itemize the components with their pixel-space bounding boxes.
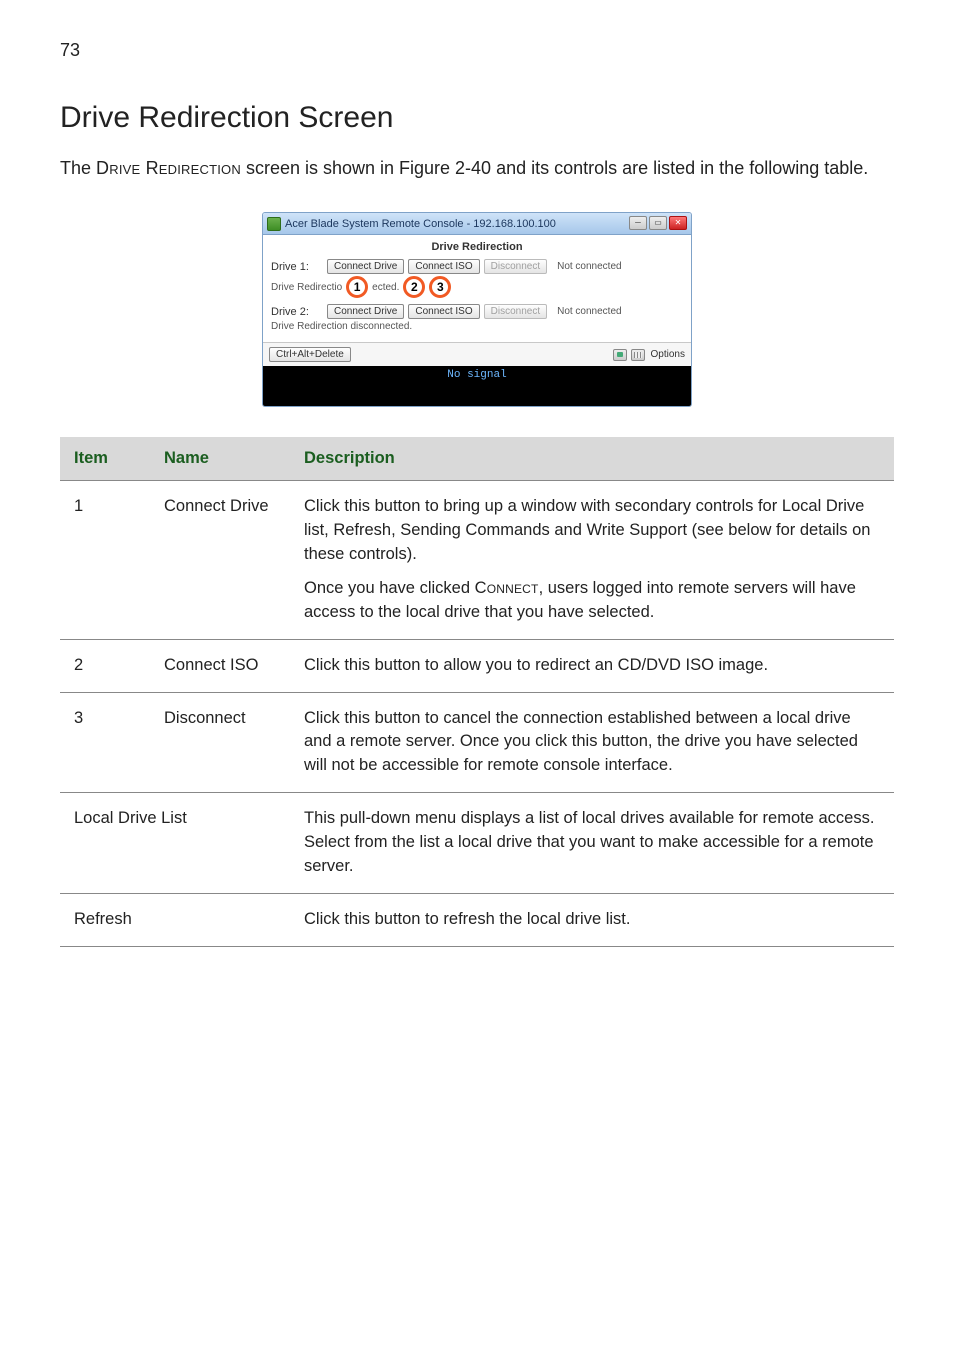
cell-item: 2 (60, 639, 150, 692)
drive2-row: Drive 2: Connect Drive Connect ISO Disco… (271, 304, 683, 319)
window-controls: ─ ▭ ✕ (629, 216, 687, 230)
table-row: Local Drive List This pull-down menu dis… (60, 793, 894, 894)
titlebar: Acer Blade System Remote Console - 192.1… (263, 213, 691, 235)
connect-drive-button-2[interactable]: Connect Drive (327, 304, 404, 319)
cell-description: Click this button to refresh the local d… (290, 894, 894, 947)
connect-drive-button-1[interactable]: Connect Drive (327, 259, 404, 274)
drive1-row: Drive 1: Connect Drive Connect ISO Disco… (271, 259, 683, 274)
desc-p2-pre: Once you have clicked (304, 579, 475, 597)
description-table: Item Name Description 1 Connect Drive Cl… (60, 437, 894, 947)
cell-item: 1 (60, 481, 150, 640)
cell-description: Click this button to cancel the connecti… (290, 692, 894, 793)
callout-3: 3 (429, 276, 451, 298)
sub-status-suffix: ected. (372, 282, 399, 293)
minimize-button[interactable]: ─ (629, 216, 647, 230)
table-row: Refresh Click this button to refresh the… (60, 894, 894, 947)
header-item: Item (60, 437, 150, 481)
no-signal-text: No signal (447, 369, 506, 381)
cell-description: Click this button to bring up a window w… (290, 481, 894, 640)
disconnect-button-2[interactable]: Disconnect (484, 304, 547, 319)
intro-paragraph: The Drive Redirection screen is shown in… (60, 155, 894, 182)
drive1-sub-status: Drive Redirectio 1 ected. 2 3 (271, 276, 683, 298)
disconnect-button-1[interactable]: Disconnect (484, 259, 547, 274)
remote-screen-area: No signal (263, 366, 691, 406)
close-button[interactable]: ✕ (669, 216, 687, 230)
monitor-icon[interactable] (613, 349, 627, 361)
drive2-sub-status: Drive Redirection disconnected. (271, 321, 683, 332)
drive1-label: Drive 1: (271, 261, 323, 273)
table-header-row: Item Name Description (60, 437, 894, 481)
drive2-label: Drive 2: (271, 306, 323, 318)
app-icon (267, 217, 281, 231)
intro-smallcaps: Drive Redirection (96, 158, 241, 178)
cell-item-name-merged: Local Drive List (60, 793, 290, 894)
window-title: Acer Blade System Remote Console - 192.1… (285, 218, 556, 230)
table-row: 3 Disconnect Click this button to cancel… (60, 692, 894, 793)
table-row: 2 Connect ISO Click this button to allow… (60, 639, 894, 692)
keyboard-icon[interactable] (631, 349, 645, 361)
page-number: 73 (60, 40, 894, 61)
header-description: Description (290, 437, 894, 481)
callout-2: 2 (403, 276, 425, 298)
header-name: Name (150, 437, 290, 481)
panel-title: Drive Redirection (271, 241, 683, 253)
ctrl-alt-delete-button[interactable]: Ctrl+Alt+Delete (269, 347, 351, 362)
table-row: 1 Connect Drive Click this button to bri… (60, 481, 894, 640)
desc-p2: Once you have clicked Connect, users log… (304, 577, 880, 625)
app-window: Acer Blade System Remote Console - 192.1… (262, 212, 692, 407)
cell-name: Connect Drive (150, 481, 290, 640)
maximize-button[interactable]: ▭ (649, 216, 667, 230)
options-label[interactable]: Options (651, 349, 685, 360)
connect-iso-button-2[interactable]: Connect ISO (408, 304, 479, 319)
bottom-bar: Ctrl+Alt+Delete Options (263, 342, 691, 366)
cell-item: 3 (60, 692, 150, 793)
drive-redirection-panel: Drive Redirection Drive 1: Connect Drive… (263, 235, 691, 342)
drive2-status: Not connected (557, 306, 622, 317)
intro-mid: screen is shown in Figure 2-40 and its c… (241, 158, 868, 178)
page-title: Drive Redirection Screen (60, 101, 894, 135)
sub-status-prefix: Drive Redirectio (271, 282, 342, 293)
cell-name: Disconnect (150, 692, 290, 793)
figure-container: Acer Blade System Remote Console - 192.1… (60, 212, 894, 407)
cell-description: Click this button to allow you to redire… (290, 639, 894, 692)
cell-name: Connect ISO (150, 639, 290, 692)
cell-item-name-merged: Refresh (60, 894, 290, 947)
desc-p1: Click this button to bring up a window w… (304, 495, 880, 567)
connect-iso-button-1[interactable]: Connect ISO (408, 259, 479, 274)
callout-1: 1 (346, 276, 368, 298)
desc-p2-sc: Connect (475, 579, 539, 597)
intro-pre: The (60, 158, 96, 178)
cell-description: This pull-down menu displays a list of l… (290, 793, 894, 894)
drive1-status: Not connected (557, 261, 622, 272)
